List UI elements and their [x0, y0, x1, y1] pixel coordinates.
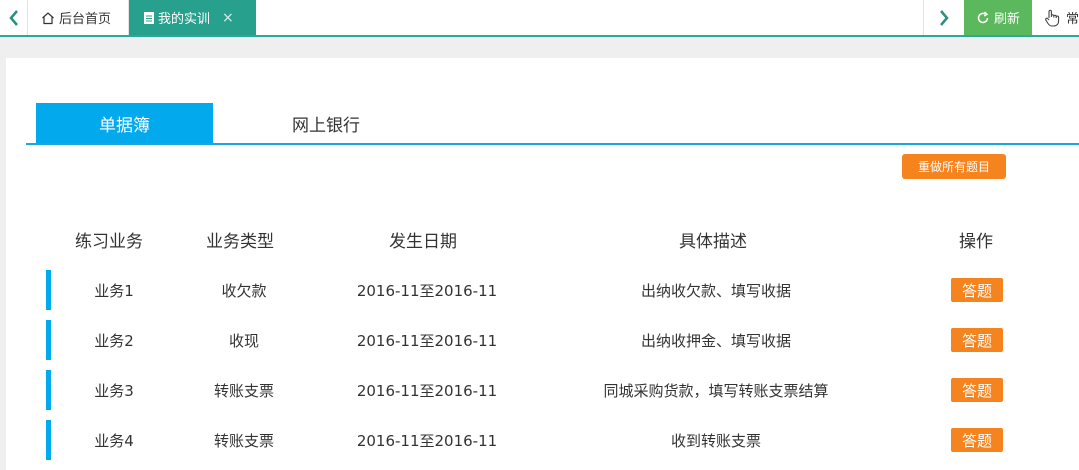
content-panel: 单据簿 网上银行 重做所有题目 练习业务 业务类型 发生日期 具体描述 操作 业…	[6, 58, 1079, 470]
hand-pointer-icon	[1044, 9, 1060, 27]
table-row: 业务2 收现 2016-11至2016-11 出纳收押金、填写收据 答题	[46, 320, 1056, 360]
tab-my-training[interactable]: 我的实训 ×	[129, 0, 256, 35]
refresh-icon	[976, 10, 990, 25]
cell-type: 收现	[228, 331, 260, 350]
cell-date: 2016-11至2016-11	[356, 381, 498, 400]
home-icon	[41, 11, 55, 25]
table-row: 业务4 转账支票 2016-11至2016-11 收到转账支票 答题	[46, 420, 1056, 460]
header-type: 业务类型	[206, 232, 274, 252]
cell-description: 同城采购货款，填写转账支票结算	[603, 381, 829, 400]
redo-all-button[interactable]: 重做所有题目	[902, 154, 1006, 179]
sub-tab-bar: 单据簿 网上银行	[26, 103, 1079, 145]
cell-business: 业务1	[94, 281, 134, 300]
tab-online-banking[interactable]: 网上银行	[236, 103, 416, 143]
answer-button[interactable]: 答题	[951, 378, 1003, 402]
cell-date: 2016-11至2016-11	[356, 281, 498, 300]
refresh-button[interactable]: 刷新	[964, 0, 1032, 35]
tab-document-book[interactable]: 单据簿	[36, 103, 213, 143]
table-row: 业务1 收欠款 2016-11至2016-11 出纳收欠款、填写收据 答题	[46, 270, 1056, 310]
header-business: 练习业务	[75, 232, 143, 252]
answer-button[interactable]: 答题	[951, 278, 1003, 302]
header-description: 具体描述	[679, 232, 747, 252]
cell-business: 业务2	[94, 331, 134, 350]
tab-home-label: 后台首页	[59, 12, 112, 27]
header-date: 发生日期	[389, 232, 457, 252]
cell-description: 出纳收押金、填写收据	[640, 331, 792, 350]
more-label: 常	[1066, 12, 1079, 27]
answer-button[interactable]: 答题	[951, 328, 1003, 352]
row-indicator	[46, 270, 51, 310]
cell-description: 出纳收欠款、填写收据	[640, 281, 792, 300]
scroll-left-button[interactable]	[0, 0, 28, 35]
row-indicator	[46, 420, 51, 460]
cell-business: 业务4	[94, 431, 134, 450]
close-icon[interactable]: ×	[222, 10, 234, 26]
refresh-label: 刷新	[993, 12, 1020, 27]
cell-type: 收欠款	[221, 281, 267, 300]
chevron-right-icon	[939, 9, 949, 26]
cell-business: 业务3	[94, 381, 134, 400]
row-indicator	[46, 370, 51, 410]
cell-type: 转账支票	[213, 431, 275, 450]
chevron-left-icon	[8, 9, 18, 26]
cell-date: 2016-11至2016-11	[356, 431, 498, 450]
document-icon	[143, 11, 155, 25]
more-menu-button[interactable]: 常	[1032, 0, 1079, 35]
cell-type: 转账支票	[213, 381, 275, 400]
tab-my-training-label: 我的实训	[158, 12, 211, 27]
cell-date: 2016-11至2016-11	[356, 331, 498, 350]
row-indicator	[46, 320, 51, 360]
cell-description: 收到转账支票	[670, 431, 762, 450]
tab-bar: 后台首页 我的实训 × 刷新 常	[0, 0, 1079, 37]
table-row: 业务3 转账支票 2016-11至2016-11 同城采购货款，填写转账支票结算…	[46, 370, 1056, 410]
header-action: 操作	[959, 232, 993, 252]
answer-button[interactable]: 答题	[951, 428, 1003, 452]
scroll-right-button[interactable]	[923, 0, 963, 35]
tab-home[interactable]: 后台首页	[29, 0, 129, 35]
